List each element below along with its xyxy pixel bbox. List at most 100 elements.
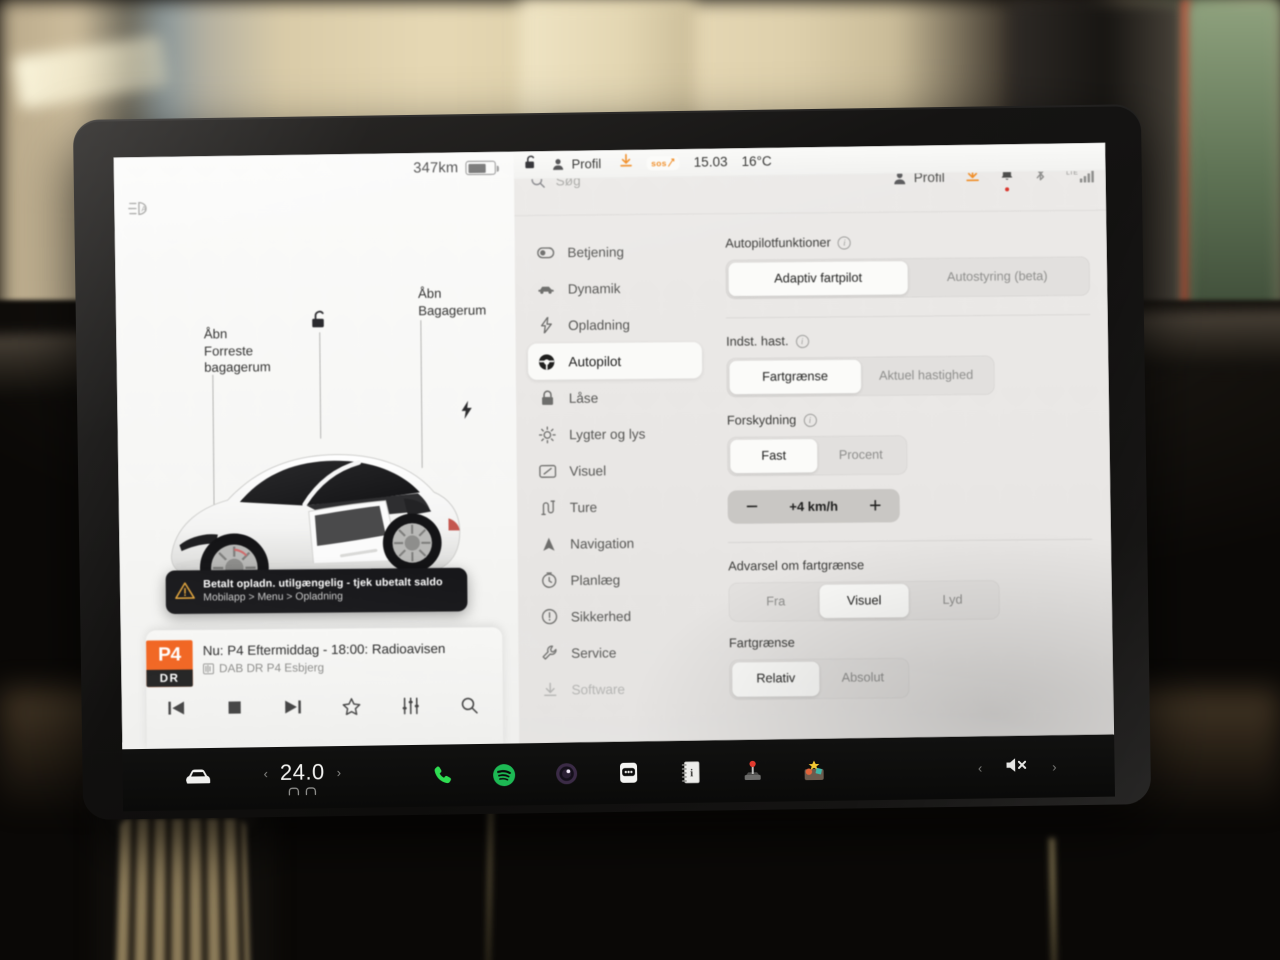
sidebar-label-laase: Låse bbox=[568, 389, 599, 406]
steering-wheel-icon bbox=[538, 353, 555, 370]
next-track-button[interactable] bbox=[283, 699, 302, 720]
info-icon-forskydning[interactable]: i bbox=[803, 413, 817, 427]
group-title-forskydning: Forskydning bbox=[726, 413, 797, 428]
stepper-plus-button[interactable]: + bbox=[869, 494, 882, 517]
previous-track-button[interactable] bbox=[167, 700, 186, 721]
unlocked-padlock-icon[interactable] bbox=[524, 155, 537, 175]
segment-fast[interactable]: Fast bbox=[730, 439, 818, 474]
toast-title: Betalt opladn. utilgængelig - tjek ubeta… bbox=[203, 576, 443, 591]
sidebar-item-betjening[interactable]: Betjening bbox=[527, 233, 701, 271]
info-icon-indst-hast[interactable]: i bbox=[795, 334, 809, 348]
car-front-icon[interactable] bbox=[184, 768, 211, 790]
battery-icon bbox=[465, 160, 496, 176]
warning-toast[interactable]: Betalt opladn. utilgængelig - tjek ubeta… bbox=[165, 567, 468, 615]
bottom-taskbar: ‹ 24.0 › i ‹ › bbox=[122, 734, 1116, 812]
seat-heater-left-icon bbox=[289, 787, 300, 796]
status-outside-temp: 16°C bbox=[741, 153, 772, 170]
callout-frunk[interactable]: Åbn Forreste bagagerum bbox=[204, 326, 271, 519]
stop-button[interactable] bbox=[226, 699, 242, 720]
sidebar-label-sikkerhed: Sikkerhed bbox=[570, 608, 632, 624]
segment-fartgraense[interactable]: Fartgrænse bbox=[729, 359, 861, 395]
unlocked-padlock-icon[interactable] bbox=[311, 310, 329, 439]
volume-control: ‹ › bbox=[978, 754, 1115, 779]
media-player-card[interactable]: P4 DR Nu: P4 Eftermiddag - 18:00: Radioa… bbox=[145, 627, 504, 750]
sos-antenna-icon bbox=[668, 158, 675, 167]
group-label-forskydning: Forskydning i bbox=[727, 410, 1091, 428]
station-logo-bottom: DR bbox=[146, 669, 193, 688]
manual-app-icon[interactable]: i bbox=[677, 759, 703, 785]
sidebar-item-laase[interactable]: Låse bbox=[528, 378, 702, 416]
auto-headlight-icon: A bbox=[128, 199, 154, 217]
sos-button[interactable]: sos bbox=[646, 155, 680, 170]
toast-subtitle: Mobilapp > Menu > Opladning bbox=[203, 591, 343, 604]
sidebar-item-lygter-og-lys[interactable]: Lygter og lys bbox=[528, 415, 702, 453]
toybox-app-icon[interactable] bbox=[801, 757, 827, 783]
climate-temperature-control[interactable]: ‹ 24.0 › bbox=[263, 759, 341, 796]
range-label: 347km bbox=[413, 159, 459, 177]
volume-increase-button[interactable]: › bbox=[1052, 759, 1057, 774]
more-apps-icon[interactable] bbox=[615, 760, 641, 786]
segment-autostyring-beta[interactable]: Autostyring (beta) bbox=[908, 259, 1087, 294]
cellular-signal-icon[interactable]: LTE bbox=[1066, 169, 1095, 183]
segment-visuel[interactable]: Visuel bbox=[819, 584, 909, 619]
sidebar-item-dynamik[interactable]: Dynamik bbox=[527, 269, 701, 307]
sidebar-item-autopilot[interactable]: Autopilot bbox=[527, 341, 703, 380]
wrench-icon bbox=[541, 644, 558, 661]
arcade-app-icon[interactable] bbox=[739, 758, 765, 784]
sidebar-label-service: Service bbox=[571, 644, 617, 661]
sidebar-label-lygter-og-lys: Lygter og lys bbox=[569, 425, 646, 442]
segment-adaptiv-fartpilot[interactable]: Adaptiv fartpilot bbox=[728, 261, 908, 297]
stepper-value: +4 km/h bbox=[789, 498, 839, 515]
background-picture-frame bbox=[1188, 0, 1280, 320]
status-time: 15.03 bbox=[693, 154, 728, 170]
temp-decrease-button[interactable]: ‹ bbox=[263, 766, 268, 781]
status-download-icon[interactable] bbox=[619, 153, 632, 173]
callout-trunk[interactable]: Åbn Bagagerum bbox=[417, 285, 487, 468]
volume-decrease-button[interactable]: ‹ bbox=[978, 760, 983, 775]
callout-trunk-line1: Åbn bbox=[417, 285, 442, 302]
segment-relativ[interactable]: Relativ bbox=[732, 662, 820, 697]
now-playing-title: Nu: P4 Eftermiddag - 18:00: Radioavisen bbox=[202, 640, 446, 659]
group-label-advarsel-om-fartgraense: Advarsel om fartgrænse bbox=[728, 556, 1092, 573]
segment-absolut[interactable]: Absolut bbox=[819, 661, 906, 695]
sidebar-item-navigation[interactable]: Navigation bbox=[529, 524, 703, 562]
sidebar-item-software[interactable]: Software bbox=[531, 670, 705, 708]
seat-heater-indicators[interactable] bbox=[288, 786, 317, 796]
compass-arrow-icon bbox=[540, 535, 557, 552]
car-side-icon bbox=[537, 280, 554, 297]
toggle-icon bbox=[537, 244, 555, 261]
segmented-autopilotfunktioner: Adaptiv fartpilot Autostyring (beta) bbox=[725, 256, 1091, 300]
spotify-app-icon[interactable] bbox=[491, 761, 517, 787]
media-source-label: DAB DR P4 Esbjerg bbox=[219, 661, 325, 676]
segment-fra[interactable]: Fra bbox=[731, 585, 820, 619]
search-media-button[interactable] bbox=[460, 696, 478, 719]
volume-mute-icon[interactable] bbox=[1004, 755, 1030, 778]
segment-aktuel-hastighed[interactable]: Aktuel hastighed bbox=[860, 359, 991, 394]
callout-frunk-line3: bagagerum bbox=[204, 359, 271, 376]
camera-app-icon[interactable] bbox=[553, 761, 579, 787]
road-icon bbox=[539, 499, 556, 516]
notification-badge-dot bbox=[1004, 186, 1009, 191]
sidebar-item-visuel[interactable]: Visuel bbox=[529, 451, 703, 489]
stepper-minus-button[interactable]: − bbox=[746, 495, 759, 518]
sidebar-item-service[interactable]: Service bbox=[530, 633, 704, 671]
sidebar-item-opladning[interactable]: Opladning bbox=[527, 305, 701, 343]
car-visualization-pane: 347km A Åbn Forreste bagagerum Åbn Bagag… bbox=[113, 147, 520, 750]
segment-procent[interactable]: Procent bbox=[817, 438, 904, 472]
temp-increase-button[interactable]: › bbox=[337, 765, 342, 780]
segment-lyd[interactable]: Lyd bbox=[908, 583, 997, 617]
sidebar-item-planlaeg[interactable]: Planlæg bbox=[530, 561, 704, 599]
sidebar-item-sikkerhed[interactable]: Sikkerhed bbox=[530, 597, 704, 635]
sidebar-label-autopilot: Autopilot bbox=[568, 353, 622, 369]
sidebar-item-ture[interactable]: Ture bbox=[529, 488, 703, 526]
sos-label: sos bbox=[651, 157, 667, 168]
favorite-star-button[interactable] bbox=[342, 697, 361, 720]
equalizer-button[interactable] bbox=[402, 697, 420, 720]
status-profile[interactable]: Profil bbox=[551, 156, 601, 172]
callout-trunk-line2: Bagagerum bbox=[418, 302, 487, 318]
phone-app-icon[interactable] bbox=[429, 762, 455, 788]
sun-light-icon bbox=[538, 425, 556, 443]
info-icon-autopilotfunktioner[interactable]: i bbox=[837, 235, 852, 250]
warning-triangle-icon bbox=[175, 581, 195, 604]
temperature-value: 24.0 bbox=[279, 759, 325, 785]
